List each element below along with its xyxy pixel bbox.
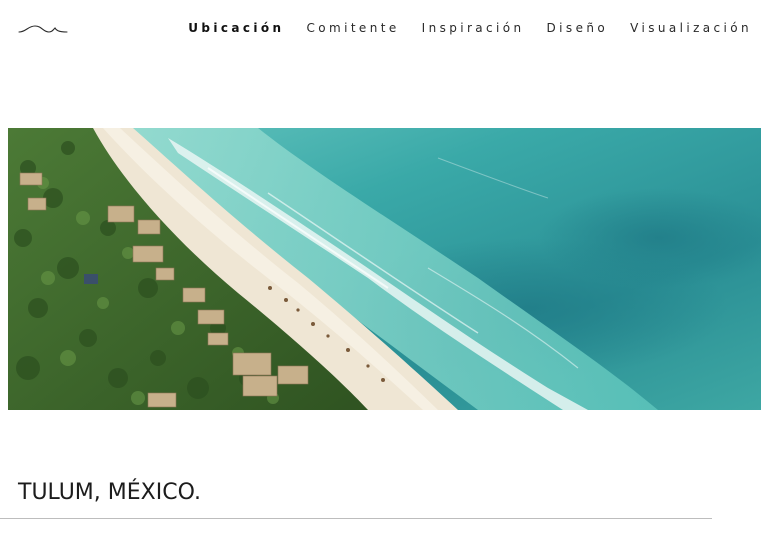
page-title: TULUM, MÉXICO. — [18, 480, 201, 505]
main-nav: Ubicación Comitente Inspiración Diseño V… — [166, 20, 752, 36]
divider — [0, 518, 712, 519]
page: Ubicación Comitente Inspiración Diseño V… — [0, 0, 768, 539]
nav-item-diseno[interactable]: Diseño — [547, 20, 609, 36]
hero-image — [8, 128, 761, 410]
nav-item-comitente[interactable]: Comitente — [306, 20, 399, 36]
nav-item-inspiracion[interactable]: Inspiración — [422, 20, 525, 36]
aerial-beach-photo — [8, 128, 761, 410]
nav-item-ubicacion[interactable]: Ubicación — [188, 20, 284, 36]
wave-logo-icon[interactable] — [18, 22, 68, 36]
nav-item-visualizacion[interactable]: Visualización — [630, 20, 752, 36]
